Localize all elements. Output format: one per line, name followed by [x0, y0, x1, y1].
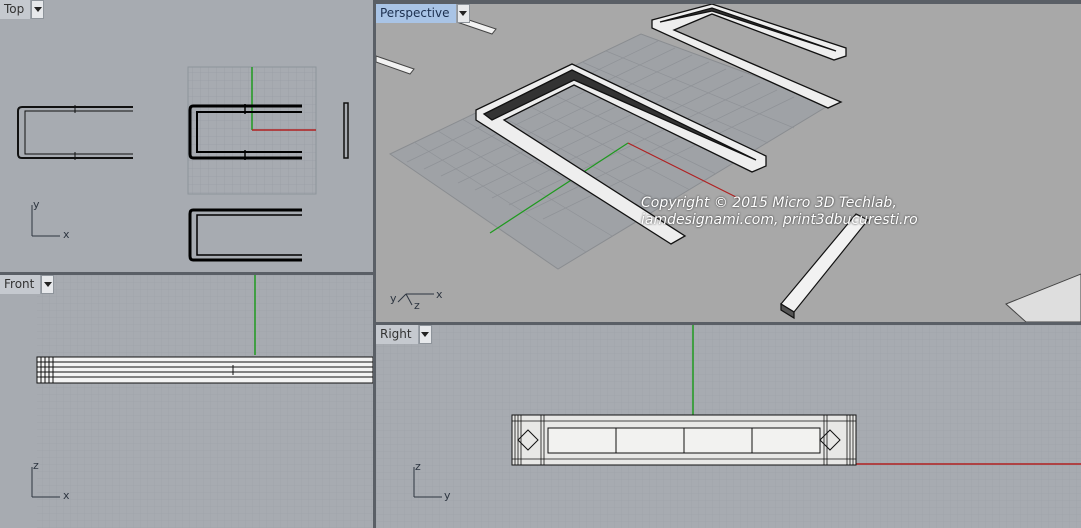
top-view-canvas: y x: [17, 66, 349, 262]
axis-label-y: y: [444, 489, 451, 502]
front-view-canvas: z x: [31, 275, 373, 528]
chevron-down-icon[interactable]: [418, 325, 432, 344]
viewport-right[interactable]: Right z y: [376, 325, 1081, 528]
viewport-tab-front[interactable]: Front: [0, 275, 55, 294]
axis-label-x: x: [436, 288, 443, 301]
viewport-tab-perspective[interactable]: Perspective: [376, 4, 470, 23]
axis-label-z: z: [415, 460, 421, 473]
watermark-line-1: Copyright © 2015 Micro 3D Techlab,: [641, 195, 897, 211]
viewport-label: Perspective: [376, 4, 457, 23]
axis-label-y: y: [390, 292, 397, 305]
perspective-canvas: y z x: [376, 4, 1081, 322]
side-part-3d: [780, 213, 869, 320]
bracket-part-lower: [188, 208, 302, 262]
viewport-label: Top: [0, 0, 32, 19]
side-part: [343, 102, 349, 159]
axis-label-y: y: [33, 198, 40, 211]
viewport-top[interactable]: Top y x: [0, 0, 373, 272]
viewport-label: Front: [0, 275, 42, 294]
bracket-front-profile: [36, 356, 373, 384]
viewport-perspective[interactable]: Perspective y z x Copyright © 2015 Micro…: [376, 4, 1081, 322]
axis-label-x: x: [63, 489, 70, 502]
copyright-watermark: Copyright © 2015 Micro 3D Techlab, iamde…: [641, 195, 918, 229]
viewport-label: Right: [376, 325, 419, 344]
right-view-canvas: z y: [376, 325, 1081, 528]
bracket-right-profile: [511, 414, 857, 466]
axis-indicator: y x: [31, 198, 70, 241]
viewport-tab-top[interactable]: Top: [0, 0, 45, 19]
chevron-down-icon[interactable]: [41, 275, 55, 294]
axis-label-z: z: [33, 459, 39, 472]
chevron-down-icon[interactable]: [456, 4, 470, 23]
axis-label-z: z: [414, 299, 420, 312]
viewport-tab-right[interactable]: Right: [376, 325, 432, 344]
watermark-line-2: iamdesignami.com, print3dbucuresti.ro: [641, 212, 918, 228]
bracket-part: [17, 105, 133, 160]
axis-label-x: x: [63, 228, 70, 241]
viewport-front[interactable]: Front z x: [0, 275, 373, 528]
chevron-down-icon[interactable]: [31, 0, 45, 19]
axis-indicator: y z x: [390, 288, 443, 312]
